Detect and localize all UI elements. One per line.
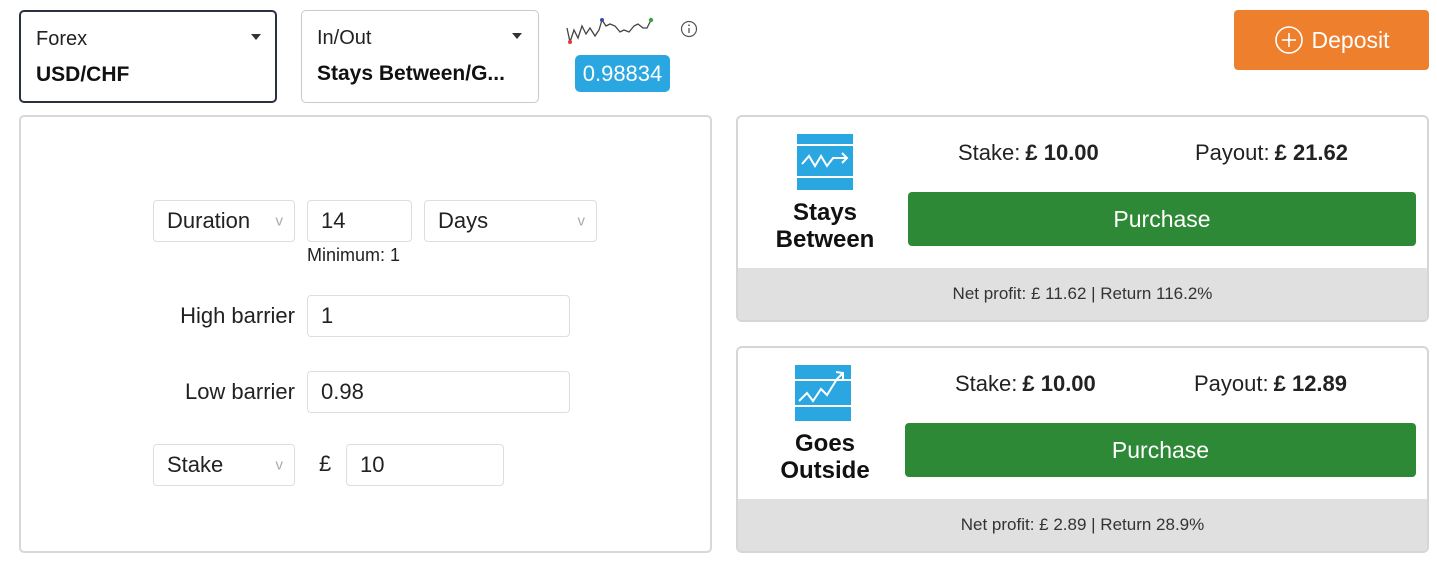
info-icon[interactable] bbox=[680, 20, 698, 38]
contract-title-line1: Goes bbox=[794, 430, 856, 457]
caret-down-icon bbox=[251, 34, 261, 40]
contract-title: Goes Outside bbox=[755, 430, 895, 484]
payout-value: £ 12.89 bbox=[1273, 371, 1348, 396]
currency-symbol: £ bbox=[319, 451, 332, 476]
contract-title-line2: Outside bbox=[780, 457, 870, 484]
stake-amount-input[interactable]: 10 bbox=[346, 444, 504, 486]
deposit-button[interactable]: Deposit bbox=[1234, 10, 1429, 70]
duration-unit-value: Days bbox=[438, 208, 489, 233]
chevron-down-icon: v bbox=[275, 212, 284, 230]
stake-type-value: Stake bbox=[167, 452, 224, 477]
stake-label: Stake: bbox=[958, 140, 1021, 165]
market-category-label: Forex bbox=[36, 28, 88, 50]
contract-title: Stays Between bbox=[755, 199, 895, 253]
duration-type-select[interactable]: Duration v bbox=[153, 200, 295, 242]
duration-amount-value: 14 bbox=[321, 208, 346, 233]
price-sparkline bbox=[566, 17, 654, 45]
chevron-down-icon: v bbox=[577, 212, 586, 230]
trade-parameters-panel: Duration v 14 Days v Minimum: 1 High bar… bbox=[19, 115, 712, 553]
sparkline-last-dot bbox=[648, 17, 654, 23]
contract-title-line1: Stays bbox=[792, 199, 858, 226]
stays-between-icon bbox=[797, 134, 853, 190]
sparkline-high-dot bbox=[600, 18, 604, 22]
stake-value: £ 10.00 bbox=[1022, 371, 1096, 396]
spot-price-badge: 0.98834 bbox=[575, 55, 670, 92]
contract-title-line2: Between bbox=[775, 226, 875, 253]
payout-label: Payout: bbox=[1195, 140, 1270, 165]
high-barrier-input[interactable]: 1 bbox=[307, 295, 570, 337]
payout-label: Payout: bbox=[1194, 371, 1269, 396]
stake-info: Stake: £ 10.00 bbox=[955, 371, 1096, 397]
contract-footer: Net profit: £ 2.89 | Return 28.9% bbox=[738, 499, 1427, 551]
contract-footer: Net profit: £ 11.62 | Return 116.2% bbox=[738, 268, 1427, 320]
trade-type-value: Stays Between/G... bbox=[317, 62, 505, 85]
high-barrier-value: 1 bbox=[321, 303, 334, 328]
trade-category-label: In/Out bbox=[317, 27, 372, 49]
payout-value: £ 21.62 bbox=[1274, 140, 1349, 165]
low-barrier-value: 0.98 bbox=[321, 379, 364, 404]
chevron-down-icon: v bbox=[275, 456, 284, 474]
stake-label: Stake: bbox=[955, 371, 1018, 396]
trade-type-select[interactable]: In/Out Stays Between/G... bbox=[301, 10, 539, 103]
contract-card-stays-between: Stays Between Stake: £ 10.00 Payout: £ 21.… bbox=[736, 115, 1429, 322]
stake-type-select[interactable]: Stake v bbox=[153, 444, 295, 486]
caret-down-icon bbox=[512, 33, 522, 39]
low-barrier-input[interactable]: 0.98 bbox=[307, 371, 570, 413]
purchase-button[interactable]: Purchase bbox=[905, 423, 1416, 477]
payout-info: Payout: £ 21.62 bbox=[1195, 140, 1348, 166]
duration-unit-select[interactable]: Days v bbox=[424, 200, 597, 242]
goes-outside-icon bbox=[795, 365, 851, 421]
purchase-button[interactable]: Purchase bbox=[908, 192, 1416, 246]
duration-minimum-hint: Minimum: 1 bbox=[307, 245, 401, 265]
plus-circle-icon bbox=[1274, 26, 1303, 54]
stake-value: £ 10.00 bbox=[1025, 140, 1099, 165]
sparkline-low-dot bbox=[568, 40, 572, 44]
duration-amount-input[interactable]: 14 bbox=[307, 200, 412, 242]
payout-info: Payout: £ 12.89 bbox=[1194, 371, 1347, 397]
market-symbol-value: USD/CHF bbox=[36, 63, 130, 86]
duration-type-value: Duration bbox=[167, 208, 251, 233]
high-barrier-label: High barrier bbox=[180, 303, 295, 328]
market-select[interactable]: Forex USD/CHF bbox=[19, 10, 277, 103]
low-barrier-label: Low barrier bbox=[184, 379, 295, 404]
contract-card-goes-outside: Goes Outside Stake: £ 10.00 Payout: £ 12.8… bbox=[736, 346, 1429, 553]
stake-amount-value: 10 bbox=[360, 452, 385, 477]
stake-info: Stake: £ 10.00 bbox=[958, 140, 1099, 166]
deposit-label: Deposit bbox=[1311, 26, 1390, 53]
